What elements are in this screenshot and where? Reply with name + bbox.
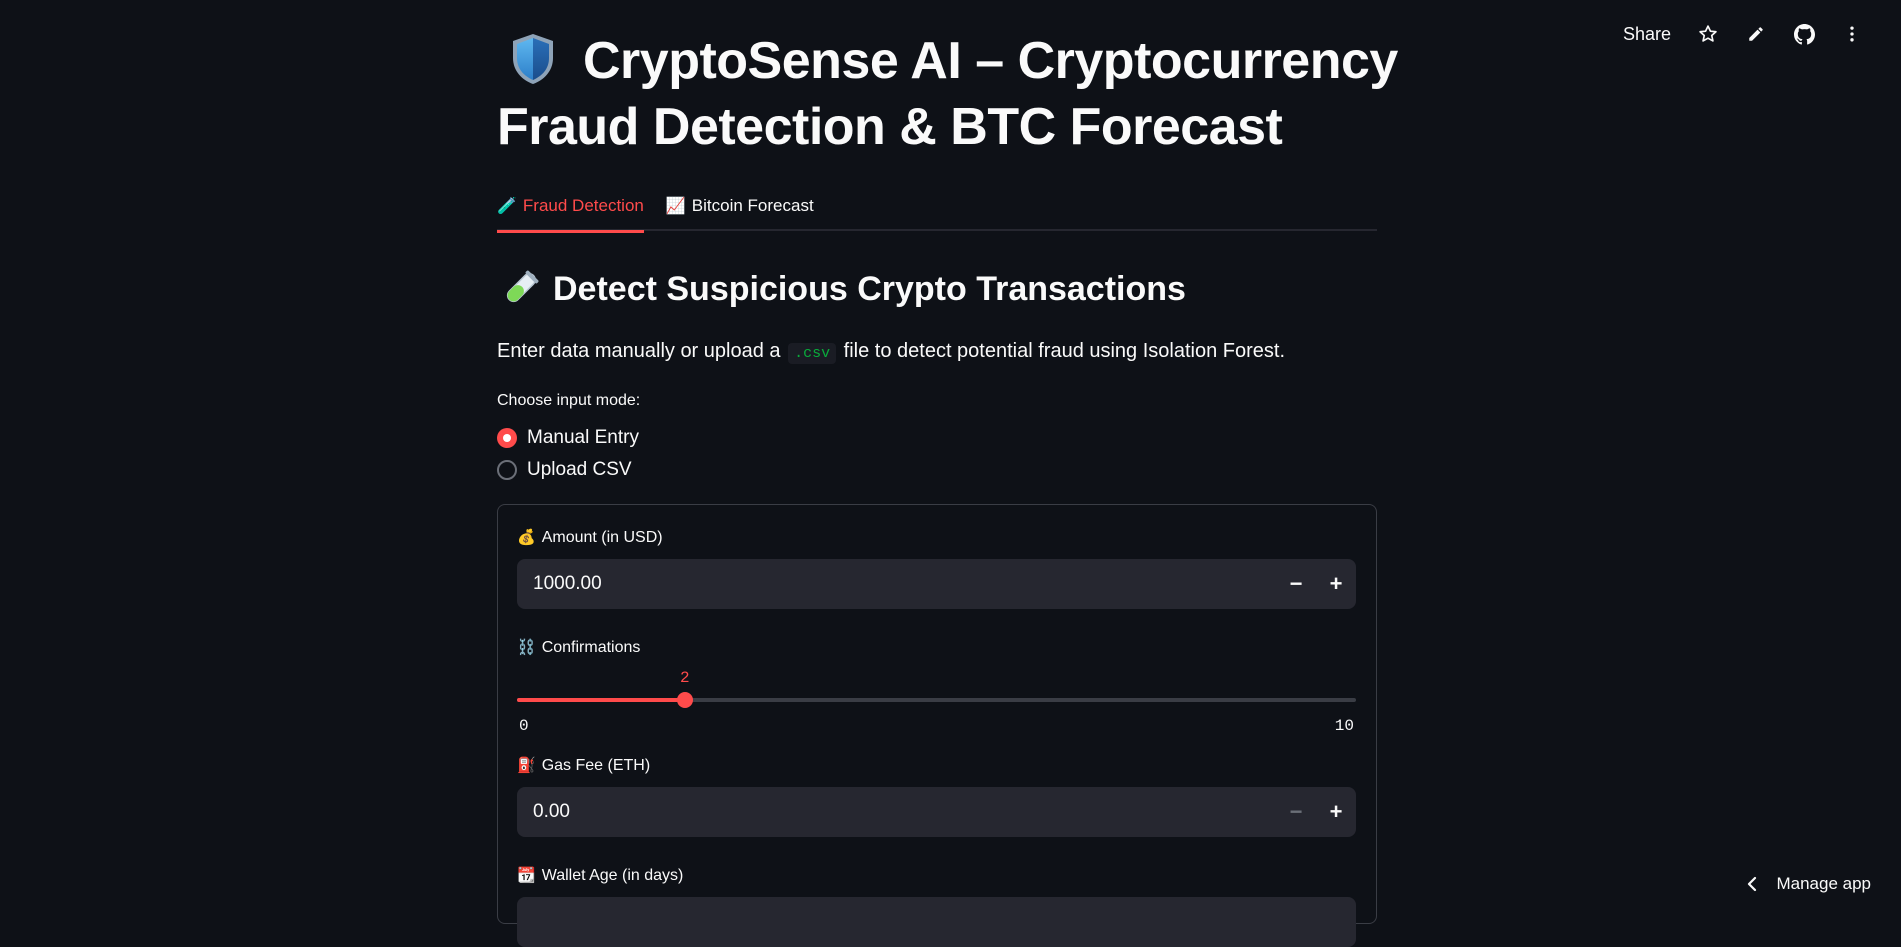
radio-upload-csv[interactable]: Upload CSV — [497, 454, 1377, 486]
github-icon[interactable] — [1793, 23, 1815, 45]
slider-thumb[interactable] — [677, 692, 693, 708]
confirmations-label: ⛓️ Confirmations — [517, 637, 1356, 659]
minus-icon[interactable]: − — [1276, 559, 1316, 609]
tab-label: Bitcoin Forecast — [692, 196, 814, 216]
input-mode-label: Choose input mode: — [497, 390, 1377, 412]
radio-checked-icon — [497, 428, 517, 448]
chart-increasing-icon: 📈 — [666, 196, 686, 216]
section-heading: Detect Suspicious Crypto Transactions — [497, 267, 1377, 311]
wallet-age-input[interactable] — [517, 897, 1356, 947]
star-icon[interactable] — [1697, 23, 1719, 45]
amount-label: 💰 Amount (in USD) — [517, 527, 1356, 549]
shield-icon — [509, 32, 557, 86]
plus-icon[interactable]: + — [1316, 559, 1356, 609]
transaction-form: 💰 Amount (in USD) 1000.00 − + ⛓️ Confirm… — [497, 504, 1377, 924]
slider-value: 2 — [680, 669, 690, 687]
chain-icon: ⛓️ — [517, 637, 536, 659]
radio-manual-entry[interactable]: Manual Entry — [497, 422, 1377, 454]
radio-unchecked-icon — [497, 460, 517, 480]
chevron-left-icon — [1746, 876, 1758, 892]
confirmations-slider[interactable]: 2 0 10 — [517, 663, 1356, 733]
title-line-1: CryptoSense AI – Cryptocurrency — [583, 32, 1398, 90]
section-heading-text: Detect Suspicious Crypto Transactions — [553, 267, 1186, 311]
page-title: CryptoSense AI – Cryptocurrency Fraud De… — [497, 0, 1377, 160]
slider-fill — [517, 698, 685, 702]
section-description: Enter data manually or upload a .csv fil… — [497, 337, 1377, 368]
money-bag-icon: 💰 — [517, 527, 536, 549]
plus-icon[interactable]: + — [1316, 787, 1356, 837]
tab-bitcoin-forecast[interactable]: 📈 Bitcoin Forecast — [666, 188, 814, 231]
inline-code: .csv — [788, 343, 836, 364]
gas-fee-value[interactable]: 0.00 — [533, 801, 1276, 823]
confirmations-field: ⛓️ Confirmations 2 0 10 — [517, 637, 1356, 733]
minus-icon[interactable]: − — [1276, 787, 1316, 837]
wallet-age-field: 📆 Wallet Age (in days) — [517, 865, 1356, 947]
amount-value[interactable]: 1000.00 — [533, 573, 1276, 595]
gas-fee-label: ⛽ Gas Fee (ETH) — [517, 755, 1356, 777]
title-line-2: Fraud Detection & BTC Forecast — [497, 94, 1377, 160]
amount-field: 💰 Amount (in USD) 1000.00 − + — [517, 527, 1356, 609]
share-button[interactable]: Share — [1623, 24, 1671, 45]
wallet-age-label: 📆 Wallet Age (in days) — [517, 865, 1356, 887]
input-mode-radio-group: Manual Entry Upload CSV — [497, 422, 1377, 486]
calendar-icon: 📆 — [517, 865, 536, 887]
more-vertical-icon[interactable] — [1841, 23, 1863, 45]
tab-bar: 🧪 Fraud Detection 📈 Bitcoin Forecast — [497, 188, 1377, 231]
slider-min: 0 — [519, 717, 529, 735]
pencil-icon[interactable] — [1745, 23, 1767, 45]
fuel-pump-icon: ⛽ — [517, 755, 536, 777]
amount-input[interactable]: 1000.00 − + — [517, 559, 1356, 609]
slider-track[interactable] — [517, 698, 1356, 702]
tab-label: Fraud Detection — [523, 196, 644, 216]
main-content: CryptoSense AI – Cryptocurrency Fraud De… — [497, 0, 1377, 924]
tab-fraud-detection[interactable]: 🧪 Fraud Detection — [497, 188, 644, 231]
slider-max: 10 — [1335, 717, 1354, 735]
gas-fee-field: ⛽ Gas Fee (ETH) 0.00 − + — [517, 755, 1356, 837]
gas-fee-input[interactable]: 0.00 − + — [517, 787, 1356, 837]
manage-app-button[interactable]: Manage app — [1746, 869, 1871, 899]
manage-app-label: Manage app — [1776, 874, 1871, 894]
test-tube-icon — [501, 270, 539, 308]
app-toolbar: Share — [1623, 18, 1863, 50]
test-tube-icon: 🧪 — [497, 196, 517, 216]
